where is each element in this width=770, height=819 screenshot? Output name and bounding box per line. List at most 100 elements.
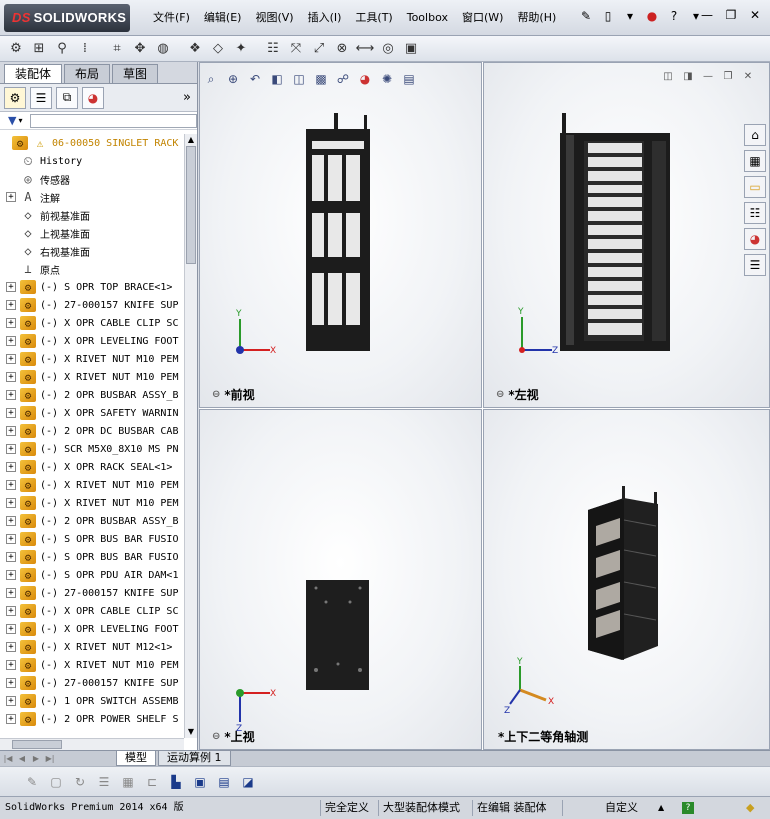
expand-toggle[interactable]: + <box>6 714 16 724</box>
exploded-view-icon[interactable]: ⤧ <box>286 39 306 59</box>
dropdown-icon[interactable]: ▾ <box>622 8 638 24</box>
tree-component[interactable]: + ⚙ (-) 1 OPR SWITCH ASSEMB <box>0 692 184 710</box>
tree-component[interactable]: + ⚙ (-) X RIVET NUT M12<1> <box>0 638 184 656</box>
tree-component[interactable]: + ⚙ (-) 2 OPR BUSBAR ASSY_B <box>0 512 184 530</box>
expand-toggle[interactable]: + <box>6 534 16 544</box>
tree-node[interactable]: ◎ 传感器 <box>0 170 184 188</box>
tree-node[interactable]: ⏲ History <box>0 152 184 170</box>
tree-node[interactable]: ⊥ 原点 <box>0 260 184 278</box>
menu-window[interactable]: 窗口(W) <box>455 9 510 27</box>
new-document-icon[interactable]: ▯ <box>600 8 616 24</box>
sketch-icon[interactable]: ✎ <box>22 772 42 792</box>
expand-toggle[interactable]: + <box>6 606 16 616</box>
tree-component[interactable]: + ⚙ (-) X RIVET NUT M10 PEM <box>0 476 184 494</box>
tree-component[interactable]: + ⚙ (-) S OPR TOP BRACE<1> <box>0 278 184 296</box>
menu-insert[interactable]: 插入(I) <box>301 9 349 27</box>
tree-component[interactable]: + ⚙ (-) X OPR LEVELING FOOT <box>0 332 184 350</box>
move-component-icon[interactable]: ✥ <box>130 39 150 59</box>
configuration-manager-tab-icon[interactable]: ⧉ <box>56 86 78 109</box>
image-icon[interactable]: ◪ <box>238 772 258 792</box>
tree-component[interactable]: + ⚙ (-) S OPR PDU AIR DAM<1 <box>0 566 184 584</box>
table-icon[interactable]: ▤ <box>214 772 234 792</box>
tab-sketch[interactable]: 草图 <box>112 64 159 83</box>
view-link-icon[interactable]: ⊖ <box>496 389 504 400</box>
tree-node[interactable]: ◇ 前视基准面 <box>0 206 184 224</box>
interference-detection-icon[interactable]: ⊗ <box>332 39 352 59</box>
expand-toggle[interactable]: + <box>6 318 16 328</box>
tree-component[interactable]: + ⚙ (-) 27-000157 KNIFE SUP <box>0 674 184 692</box>
expand-toggle[interactable]: + <box>6 300 16 310</box>
expand-toggle[interactable]: + <box>6 192 16 202</box>
viewport-left[interactable]: ◫ ◨ — ❐ ✕ Y Z ⊖ *左视 <box>483 62 770 408</box>
tree-component[interactable]: + ⚙ (-) X OPR SAFETY WARNIN <box>0 404 184 422</box>
design-library-icon[interactable]: ▦ <box>744 150 766 172</box>
expand-toggle[interactable]: + <box>6 354 16 364</box>
tree-root[interactable]: ⚙ ⚠ 06-00050 SINGLET RACK WI <box>0 134 184 152</box>
linear-pattern-icon[interactable]: ⁞ <box>75 39 95 59</box>
view-link-icon[interactable]: ⊖ <box>212 731 220 742</box>
rebuild-icon[interactable]: ◆ <box>746 800 754 816</box>
expand-toggle[interactable]: + <box>6 282 16 292</box>
feature-tree-tab-icon[interactable]: ⚙ <box>4 86 26 109</box>
display-manager-tab-icon[interactable]: ◕ <box>82 86 104 109</box>
menu-file[interactable]: 文件(F) <box>146 9 197 27</box>
property-manager-tab-icon[interactable]: ☰ <box>30 86 52 109</box>
menu-help[interactable]: 帮助(H) <box>510 9 563 27</box>
show-hidden-icon[interactable]: ◍ <box>153 39 173 59</box>
expand-toggle[interactable]: + <box>6 390 16 400</box>
menu-edit[interactable]: 编辑(E) <box>197 9 249 27</box>
menu-view[interactable]: 视图(V) <box>248 9 300 27</box>
tree-component[interactable]: + ⚙ (-) X OPR LEVELING FOOT <box>0 620 184 638</box>
expand-toggle[interactable]: + <box>6 444 16 454</box>
help-icon[interactable]: ? <box>666 8 682 24</box>
chart-icon[interactable]: ▙ <box>166 772 186 792</box>
tree-node[interactable]: ◇ 上视基准面 <box>0 224 184 242</box>
tree-component[interactable]: + ⚙ (-) 27-000157 KNIFE SUP <box>0 584 184 602</box>
expand-toggle[interactable]: + <box>6 588 16 598</box>
expand-toggle[interactable]: + <box>6 372 16 382</box>
reference-geometry-icon[interactable]: ◇ <box>208 39 228 59</box>
expand-toggle[interactable]: + <box>6 678 16 688</box>
menu-toolbox[interactable]: Toolbox <box>400 9 455 27</box>
dropdown-icon[interactable]: ▾ <box>18 116 22 125</box>
graphics-area[interactable]: ⌕ ⊕ ↶ ◧ ◫ ▩ ☍ ◕ ✺ ▤ Y X ⊖ *前视 ◫ ◨ — ❐ ✕ … <box>199 62 770 750</box>
pin-icon[interactable]: ✎ <box>578 8 594 24</box>
minimize-icon[interactable]: — <box>698 8 716 24</box>
scroll-thumb[interactable] <box>12 740 62 749</box>
tree-component[interactable]: + ⚙ (-) X OPR CABLE CLIP SC <box>0 602 184 620</box>
tree-component[interactable]: + ⚙ (-) X OPR RACK SEAL<1> <box>0 458 184 476</box>
new-motion-study-icon[interactable]: ✦ <box>231 39 251 59</box>
tab-model[interactable]: 模型 <box>116 751 156 766</box>
expand-toggle[interactable]: + <box>6 570 16 580</box>
custom-properties-icon[interactable]: ☰ <box>744 254 766 276</box>
tree-component[interactable]: + ⚙ (-) X RIVET NUT M10 PEM <box>0 494 184 512</box>
scroll-down-icon[interactable]: ▼ <box>185 726 197 738</box>
file-explorer-icon[interactable]: ▭ <box>744 176 766 198</box>
expand-toggle[interactable]: + <box>6 552 16 562</box>
tree-component[interactable]: + ⚙ (-) X RIVET NUT M10 PEM <box>0 656 184 674</box>
grid-icon[interactable]: ▦ <box>118 772 138 792</box>
tree-node[interactable]: ◇ 右视基准面 <box>0 242 184 260</box>
units-dropdown-icon[interactable]: ▲ <box>658 800 664 816</box>
tree-component[interactable]: + ⚙ (-) 27-000157 KNIFE SUP <box>0 296 184 314</box>
tree-component[interactable]: + ⚙ (-) S OPR BUS BAR FUSIO <box>0 548 184 566</box>
expand-toggle[interactable]: + <box>6 642 16 652</box>
expand-toggle[interactable]: + <box>6 336 16 346</box>
tree-component[interactable]: + ⚙ (-) SCR M5X0_8X10 MS PN <box>0 440 184 458</box>
align-icon[interactable]: ⊏ <box>142 772 162 792</box>
smart-fasteners-icon[interactable]: ⌗ <box>107 39 127 59</box>
tree-component[interactable]: + ⚙ (-) S OPR BUS BAR FUSIO <box>0 530 184 548</box>
clearance-verification-icon[interactable]: ⟷ <box>355 39 375 59</box>
tree-component[interactable]: + ⚙ (-) 2 OPR BUSBAR ASSY_B <box>0 386 184 404</box>
last-tab-icon[interactable]: ▶| <box>44 753 56 765</box>
insert-component-icon[interactable]: ⊞ <box>29 39 49 59</box>
hole-alignment-icon[interactable]: ◎ <box>378 39 398 59</box>
close-icon[interactable]: ✕ <box>746 8 764 24</box>
viewport-isometric[interactable]: Y X Z *上下二等角轴测 <box>483 409 770 750</box>
menu-tools[interactable]: 工具(T) <box>348 9 399 27</box>
status-units[interactable]: 自定义 <box>562 800 672 816</box>
solidworks-logo[interactable]: DS SOLIDWORKS <box>4 4 130 32</box>
view-palette-icon[interactable]: ☷ <box>744 202 766 224</box>
instant3d-icon[interactable]: ▣ <box>401 39 421 59</box>
tree-horizontal-scrollbar[interactable] <box>0 738 184 750</box>
